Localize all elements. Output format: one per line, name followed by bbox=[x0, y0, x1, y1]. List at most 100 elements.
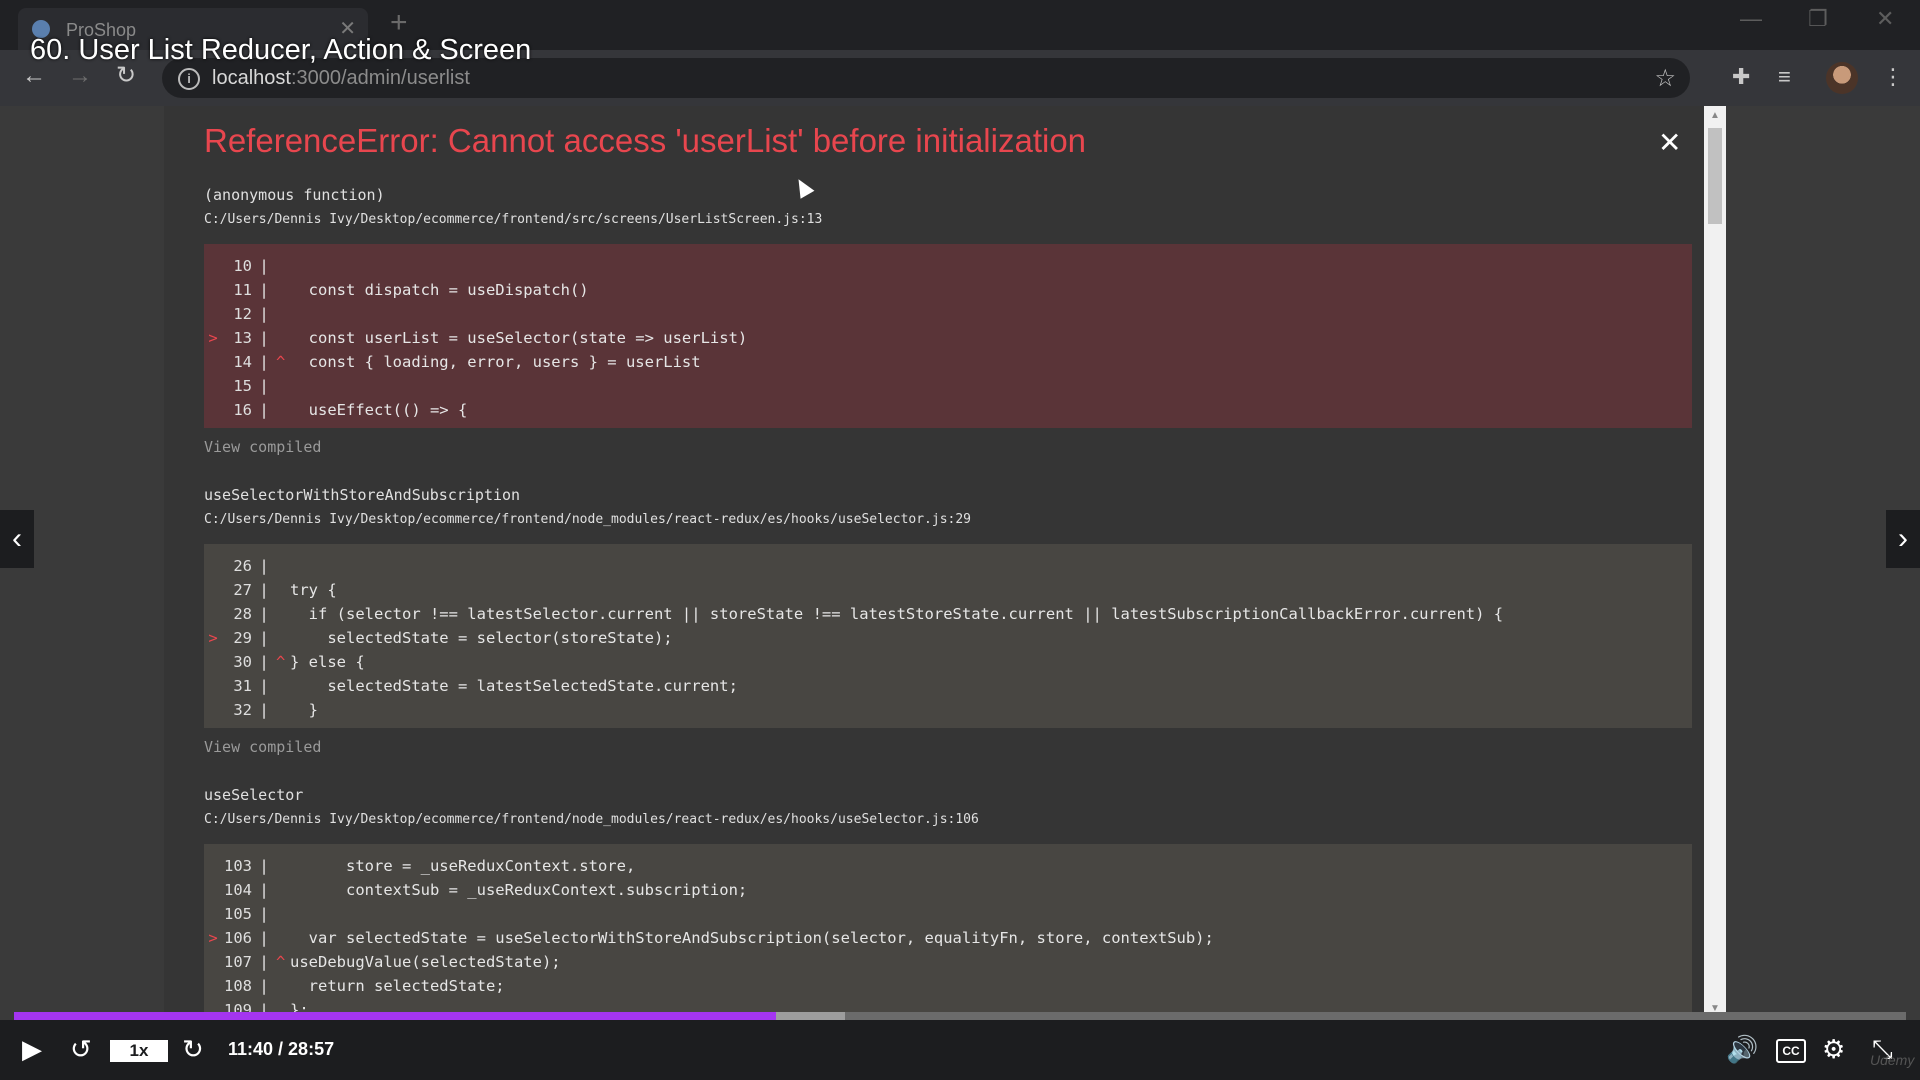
line-code: selectedState = selector(storeState); bbox=[290, 629, 673, 647]
profile-avatar[interactable] bbox=[1826, 62, 1858, 94]
line-number: 26 bbox=[233, 557, 252, 575]
code-line: 108 | return selectedState; bbox=[204, 974, 1692, 998]
code-line: 31 | selectedState = latestSelectedState.… bbox=[204, 674, 1692, 698]
udemy-watermark: Udemy bbox=[1870, 1052, 1915, 1068]
stack-frame-function: (anonymous function) bbox=[204, 186, 385, 204]
stack-frame-file: C:/Users/Dennis Ivy/Desktop/ecommerce/fr… bbox=[204, 512, 972, 527]
code-line: 10 | bbox=[204, 254, 1692, 278]
line-number: 10 bbox=[233, 257, 252, 275]
code-snippet: 26 | 27 | try {28 | if (selector !== latestSe… bbox=[204, 544, 1692, 728]
line-code: useDebugValue(selectedState); bbox=[290, 953, 561, 971]
error-line-marker: > bbox=[208, 329, 218, 347]
line-separator: | bbox=[259, 353, 269, 371]
line-number: 103 bbox=[224, 857, 252, 875]
playback-time: 11:40 / 28:57 bbox=[228, 1039, 335, 1059]
line-number: 107 bbox=[224, 953, 252, 971]
rewind-icon[interactable]: ↺ bbox=[70, 1036, 92, 1062]
forward-icon[interactable]: → bbox=[68, 64, 92, 88]
progress-played bbox=[14, 1012, 777, 1020]
line-number: 104 bbox=[224, 881, 252, 899]
line-code: var selectedState = useSelectorWithStore… bbox=[290, 929, 1214, 947]
line-number: 30 bbox=[233, 653, 252, 671]
view-compiled-link[interactable]: View compiled bbox=[204, 438, 321, 456]
line-separator: | bbox=[259, 653, 269, 671]
error-title: ReferenceError: Cannot access 'userList'… bbox=[204, 122, 1087, 159]
line-code: store = _useReduxContext.store, bbox=[290, 857, 636, 875]
code-line: 12 | bbox=[204, 302, 1692, 326]
reload-icon[interactable]: ↻ bbox=[116, 64, 136, 88]
code-line: >106 | var selectedState = useSelectorWit… bbox=[204, 926, 1692, 950]
line-code: const userList = useSelector(state => us… bbox=[290, 329, 748, 347]
url-text[interactable]: localhost:3000/admin/userlist bbox=[212, 67, 470, 90]
video-title: 60. User List Reducer, Action & Screen bbox=[30, 34, 532, 66]
line-number: 14 bbox=[233, 353, 252, 371]
overlay-scrollbar[interactable]: ▲ ▼ bbox=[1704, 106, 1726, 1018]
line-separator: | bbox=[259, 977, 269, 995]
info-icon[interactable]: i bbox=[178, 68, 200, 90]
line-code: try { bbox=[290, 581, 337, 599]
line-number: 32 bbox=[233, 701, 252, 719]
line-separator: | bbox=[259, 953, 269, 971]
line-separator: | bbox=[259, 629, 269, 647]
code-line: 26 | bbox=[204, 554, 1692, 578]
stack-frame-file: C:/Users/Dennis Ivy/Desktop/ecommerce/fr… bbox=[204, 212, 823, 227]
line-number: 105 bbox=[224, 905, 252, 923]
stack-frame-function: useSelectorWithStoreAndSubscription bbox=[204, 486, 521, 504]
line-separator: | bbox=[259, 881, 269, 899]
code-line: 11 | const dispatch = useDispatch() bbox=[204, 278, 1692, 302]
close-overlay-icon[interactable]: ✕ bbox=[1658, 126, 1681, 159]
code-line: 28 | if (selector !== latestSelector.curr… bbox=[204, 602, 1692, 626]
forward-skip-icon[interactable]: ↻ bbox=[182, 1036, 204, 1062]
playback-speed-button[interactable]: 1x bbox=[110, 1040, 168, 1062]
media-queue-icon[interactable]: ≡ bbox=[1778, 64, 1791, 90]
settings-gear-icon[interactable]: ⚙ bbox=[1822, 1036, 1845, 1062]
line-number: 29 bbox=[233, 629, 252, 647]
line-code: const { loading, error, users } = userLi… bbox=[290, 353, 701, 371]
extensions-icon[interactable]: ✚ bbox=[1732, 64, 1750, 90]
restore-icon[interactable]: ❐ bbox=[1808, 6, 1828, 32]
error-caret: ^ bbox=[276, 953, 286, 971]
line-code: const dispatch = useDispatch() bbox=[290, 281, 589, 299]
code-line: 107 | ^ useDebugValue(selectedState); bbox=[204, 950, 1692, 974]
view-compiled-link[interactable]: View compiled bbox=[204, 738, 321, 756]
code-snippet: 103 | store = _useReduxContext.store, 104 |… bbox=[204, 844, 1692, 1018]
url-host: localhost bbox=[212, 67, 291, 89]
scroll-up-arrow-icon[interactable]: ▲ bbox=[1710, 110, 1720, 121]
line-number: 13 bbox=[233, 329, 252, 347]
code-line: 104 | contextSub = _useReduxContext.subsc… bbox=[204, 878, 1692, 902]
menu-kebab-icon[interactable]: ⋮ bbox=[1882, 64, 1904, 90]
line-code: } bbox=[290, 701, 318, 719]
line-separator: | bbox=[259, 401, 269, 419]
code-snippet: 10 | 11 | const dispatch = useDispatch() 12 |… bbox=[204, 244, 1692, 428]
error-line-marker: > bbox=[208, 629, 218, 647]
line-code: return selectedState; bbox=[290, 977, 505, 995]
play-icon[interactable]: ▶ bbox=[22, 1036, 42, 1062]
line-separator: | bbox=[259, 581, 269, 599]
line-separator: | bbox=[259, 929, 269, 947]
close-window-icon[interactable]: ✕ bbox=[1876, 6, 1894, 32]
error-line-marker: > bbox=[208, 929, 218, 947]
captions-icon[interactable]: CC bbox=[1776, 1039, 1806, 1063]
line-code: useEffect(() => { bbox=[290, 401, 468, 419]
bookmark-star-icon[interactable]: ☆ bbox=[1654, 64, 1676, 93]
code-line: 14 | ^ const { loading, error, users } = u… bbox=[204, 350, 1692, 374]
previous-lecture-chevron-icon[interactable]: ‹ bbox=[0, 510, 34, 568]
scroll-thumb[interactable] bbox=[1708, 128, 1722, 224]
code-line: 105 | bbox=[204, 902, 1692, 926]
line-separator: | bbox=[259, 305, 269, 323]
line-separator: | bbox=[259, 257, 269, 275]
minimize-icon[interactable]: — bbox=[1740, 6, 1762, 32]
back-icon[interactable]: ← bbox=[22, 64, 46, 88]
line-number: 31 bbox=[233, 677, 252, 695]
code-line: 15 | bbox=[204, 374, 1692, 398]
line-code: selectedState = latestSelectedState.curr… bbox=[290, 677, 738, 695]
code-line: 32 | } bbox=[204, 698, 1692, 722]
line-separator: | bbox=[259, 377, 269, 395]
video-progress-bar[interactable] bbox=[14, 1012, 1906, 1020]
next-lecture-chevron-icon[interactable]: › bbox=[1886, 510, 1920, 568]
line-separator: | bbox=[259, 281, 269, 299]
line-separator: | bbox=[259, 677, 269, 695]
line-code: contextSub = _useReduxContext.subscripti… bbox=[290, 881, 748, 899]
volume-icon[interactable]: 🔊 bbox=[1726, 1036, 1758, 1062]
video-player-controls: ▶ ↺ 1x ↻ 11:40 / 28:57 🔊 CC ⚙ ⤡ bbox=[0, 1020, 1920, 1080]
